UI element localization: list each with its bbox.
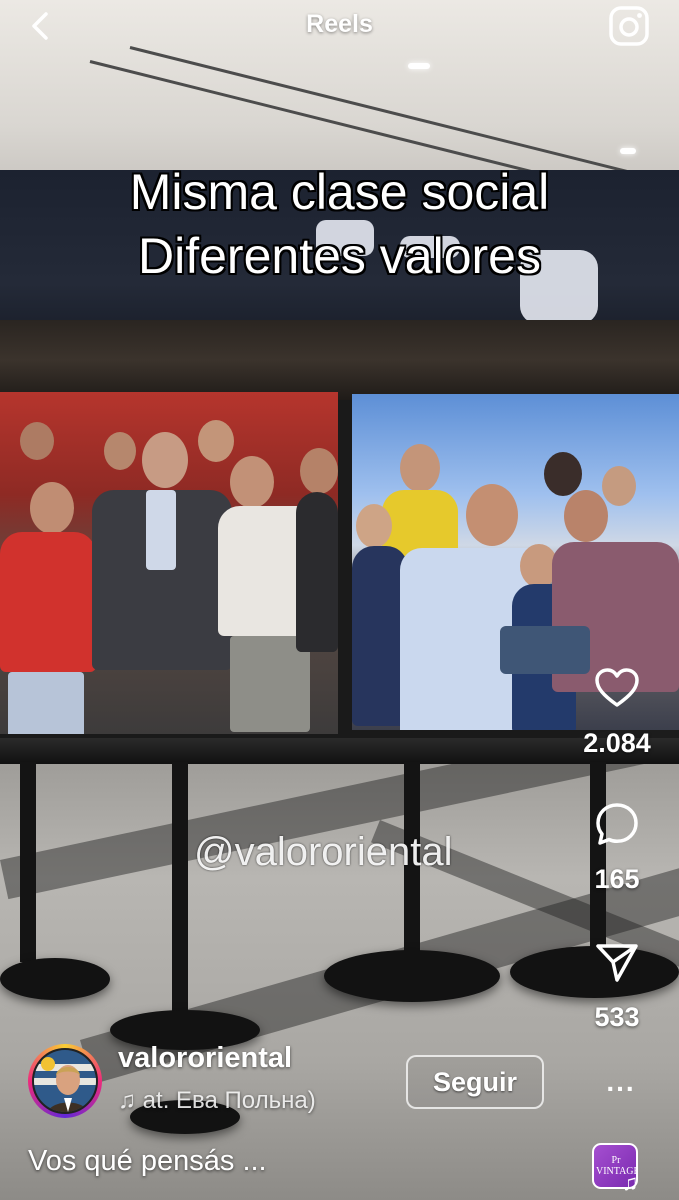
like-count: 2.084 (583, 728, 651, 758)
more-options-button[interactable]: ... (596, 1066, 646, 1106)
camera-icon (609, 6, 649, 46)
table-base (324, 950, 500, 1002)
post-caption[interactable]: Vos qué pensás ... (28, 1145, 267, 1178)
avatar[interactable] (28, 1044, 102, 1118)
overlay-line-1: Misma clase social (129, 164, 550, 220)
music-note-icon: ♫ (118, 1087, 143, 1114)
page-title: Reels (306, 10, 373, 38)
music-note-icon: ♫ (622, 1170, 639, 1195)
audio-track[interactable]: ♫ at. Ева Польна) (118, 1087, 316, 1115)
shelf-background (0, 320, 679, 400)
avatar-image (32, 1048, 98, 1114)
left-photo-group (0, 392, 338, 734)
paper-plane-icon (596, 944, 638, 982)
video-watermark: @valororiental (194, 830, 453, 874)
table-leg (590, 762, 606, 962)
camera-button[interactable] (607, 4, 651, 48)
overlay-line-2: Diferentes valores (138, 228, 541, 284)
comment-button[interactable] (593, 800, 641, 848)
table-leg (172, 762, 188, 1022)
heart-icon (595, 668, 639, 707)
share-count: 533 (594, 1002, 640, 1032)
like-button[interactable] (593, 664, 641, 712)
share-button[interactable] (593, 938, 641, 986)
audio-track-text: at. Ева Польна) (142, 1087, 316, 1114)
video-overlay-text: Misma clase social Diferentes valores (0, 160, 679, 288)
table-leg (20, 762, 36, 962)
username[interactable]: valororiental (118, 1042, 292, 1075)
comment-bubble-icon (596, 803, 638, 845)
follow-button[interactable]: Seguir (406, 1055, 544, 1109)
comment-count: 165 (594, 864, 640, 894)
table-base (0, 958, 110, 1000)
top-bar: Reels (0, 0, 679, 56)
